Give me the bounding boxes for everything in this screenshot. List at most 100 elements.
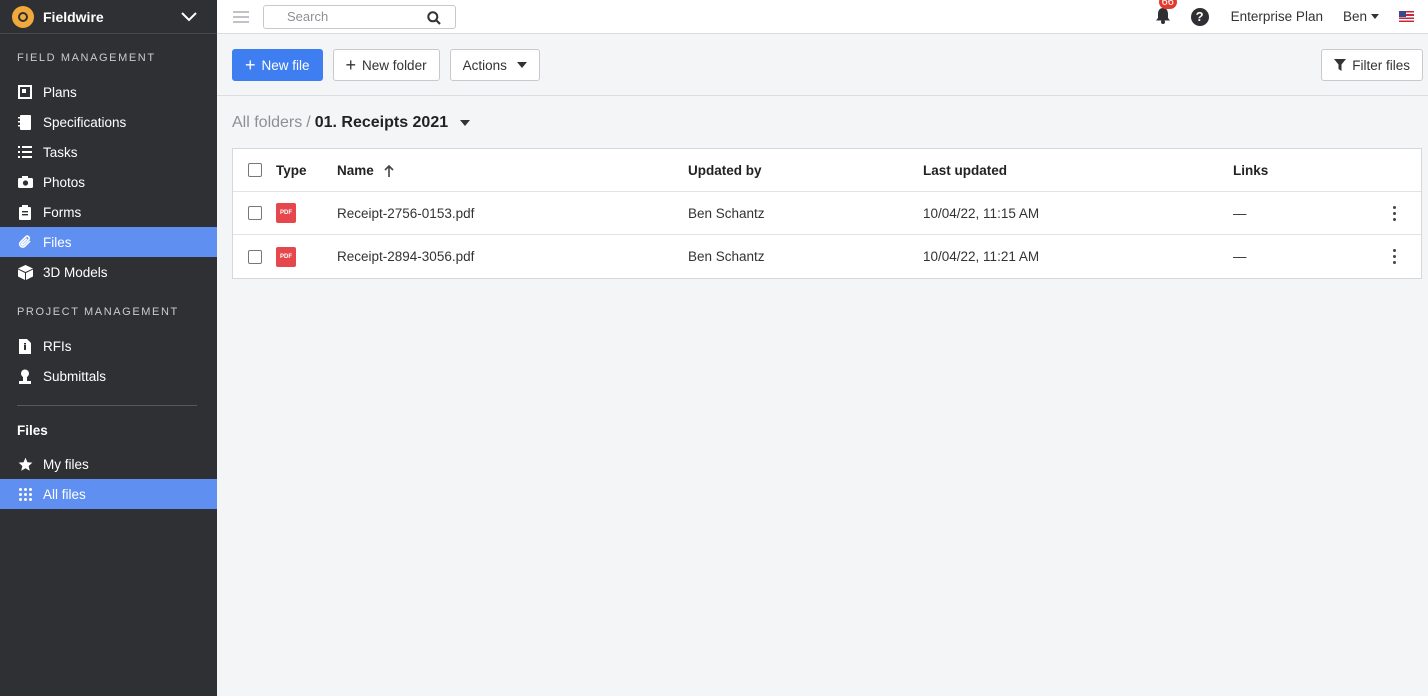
camera-icon bbox=[17, 174, 33, 190]
sidebar-item-rfis[interactable]: RFIs bbox=[0, 331, 217, 361]
sidebar-item-label: Forms bbox=[43, 204, 82, 220]
caret-down-icon bbox=[1371, 14, 1379, 19]
sidebar: Fieldwire FIELD MANAGEMENT Plans Specifi… bbox=[0, 0, 217, 696]
table-row[interactable]: PDF Receipt-2894-3056.pdf Ben Schantz 10… bbox=[233, 235, 1421, 278]
new-file-button[interactable]: + New file bbox=[232, 49, 323, 81]
file-toolbar: + New file + New folder Actions Filter f… bbox=[217, 35, 1428, 96]
filter-icon bbox=[1334, 59, 1347, 71]
search-placeholder: Search bbox=[287, 9, 329, 24]
cube-icon bbox=[17, 264, 33, 280]
user-menu[interactable]: Ben bbox=[1343, 9, 1379, 24]
column-header-last-updated: Last updated bbox=[923, 162, 1008, 178]
help-icon[interactable]: ? bbox=[1190, 7, 1209, 26]
sidebar-item-label: Photos bbox=[43, 174, 86, 190]
last-updated: 10/04/22, 11:21 AM bbox=[923, 249, 1040, 264]
sidebar-item-all-files[interactable]: All files bbox=[0, 479, 217, 509]
sidebar-item-submittals[interactable]: Submittals bbox=[0, 361, 217, 391]
links-value: — bbox=[1233, 205, 1247, 221]
updated-by: Ben Schantz bbox=[688, 249, 765, 264]
plus-icon: + bbox=[245, 55, 256, 75]
file-name[interactable]: Receipt-2756-0153.pdf bbox=[337, 206, 474, 221]
filter-files-label: Filter files bbox=[1352, 57, 1410, 73]
brand-name: Fieldwire bbox=[43, 8, 104, 25]
new-file-label: New file bbox=[261, 57, 310, 73]
updated-by: Ben Schantz bbox=[688, 205, 765, 221]
tasks-icon bbox=[17, 144, 33, 160]
column-header-type: Type bbox=[276, 162, 307, 178]
section-title-field-management: FIELD MANAGEMENT bbox=[17, 52, 156, 64]
grid-icon bbox=[17, 486, 33, 502]
sidebar-item-label: RFIs bbox=[43, 338, 72, 354]
sidebar-item-files[interactable]: Files bbox=[0, 227, 217, 257]
column-header-links: Links bbox=[1233, 162, 1269, 178]
sidebar-item-forms[interactable]: Forms bbox=[0, 197, 217, 227]
column-header-updated-by: Updated by bbox=[688, 162, 762, 178]
sidebar-item-my-files[interactable]: My files bbox=[0, 449, 217, 479]
folder-menu-caret-icon[interactable] bbox=[460, 120, 471, 126]
search-input[interactable]: Search bbox=[263, 4, 456, 29]
star-icon bbox=[17, 456, 33, 472]
sidebar-item-label: Submittals bbox=[43, 368, 107, 384]
pdf-file-icon: PDF bbox=[276, 203, 296, 223]
sidebar-item-label: Plans bbox=[43, 84, 77, 100]
fieldwire-logo-icon bbox=[12, 5, 34, 28]
notification-badge: 66 bbox=[1158, 0, 1177, 9]
sidebar-item-label: Specifications bbox=[43, 114, 127, 130]
rfi-icon bbox=[17, 338, 33, 354]
files-group-title: Files bbox=[17, 422, 48, 438]
links-value: — bbox=[1233, 249, 1247, 264]
notifications-button[interactable]: 66 bbox=[1155, 0, 1177, 27]
breadcrumb-separator: / bbox=[306, 114, 311, 131]
sidebar-item-label: My files bbox=[43, 456, 89, 472]
plans-icon bbox=[17, 84, 33, 100]
sidebar-item-plans[interactable]: Plans bbox=[0, 77, 217, 107]
more-options-icon[interactable] bbox=[1393, 249, 1396, 264]
filter-files-button[interactable]: Filter files bbox=[1321, 49, 1423, 81]
search-icon[interactable] bbox=[427, 10, 441, 25]
last-updated: 10/04/22, 11:15 AM bbox=[923, 205, 1040, 221]
sidebar-item-label: Tasks bbox=[43, 144, 78, 160]
breadcrumb-all-folders[interactable]: All folders bbox=[232, 114, 302, 132]
sidebar-item-3d-models[interactable]: 3D Models bbox=[0, 257, 217, 287]
user-name: Ben bbox=[1342, 9, 1367, 24]
pdf-file-icon: PDF bbox=[276, 246, 296, 267]
new-folder-button[interactable]: + New folder bbox=[332, 49, 440, 81]
column-header-name-label: Name bbox=[337, 162, 374, 178]
hamburger-menu-icon[interactable] bbox=[233, 10, 249, 23]
caret-down-icon bbox=[516, 62, 527, 68]
select-all-checkbox[interactable] bbox=[248, 163, 262, 177]
more-options-icon[interactable] bbox=[1393, 205, 1396, 221]
sort-ascending-icon bbox=[383, 164, 394, 177]
plan-label[interactable]: Enterprise Plan bbox=[1231, 9, 1323, 24]
top-bar: Search 66 ? Enterprise Plan Ben bbox=[217, 0, 1428, 34]
actions-dropdown[interactable]: Actions bbox=[449, 49, 540, 81]
chevron-down-icon bbox=[181, 11, 197, 21]
file-name[interactable]: Receipt-2894-3056.pdf bbox=[337, 249, 474, 264]
paperclip-icon bbox=[17, 234, 33, 250]
brand-switcher[interactable]: Fieldwire bbox=[0, 0, 217, 34]
column-header-name[interactable]: Name bbox=[337, 163, 394, 178]
table-row[interactable]: PDF Receipt-2756-0153.pdf Ben Schantz 10… bbox=[233, 192, 1421, 235]
files-table: Type Name Updated by Last updated Links … bbox=[232, 148, 1422, 279]
sidebar-item-specifications[interactable]: Specifications bbox=[0, 107, 217, 137]
breadcrumb: All folders / 01. Receipts 2021 bbox=[232, 114, 471, 132]
sidebar-item-label: 3D Models bbox=[43, 264, 108, 280]
new-folder-label: New folder bbox=[362, 57, 427, 73]
row-checkbox[interactable] bbox=[248, 249, 262, 264]
actions-label: Actions bbox=[462, 57, 507, 73]
breadcrumb-current-folder: 01. Receipts 2021 bbox=[314, 114, 449, 131]
sidebar-divider bbox=[17, 405, 197, 406]
submittals-icon bbox=[17, 368, 33, 384]
sidebar-item-label: Files bbox=[43, 234, 72, 250]
table-header-row: Type Name Updated by Last updated Links bbox=[233, 149, 1421, 192]
specifications-icon bbox=[17, 114, 33, 130]
row-checkbox[interactable] bbox=[248, 206, 262, 220]
plus-icon: + bbox=[345, 55, 357, 75]
us-flag-icon[interactable] bbox=[1399, 11, 1414, 22]
sidebar-item-tasks[interactable]: Tasks bbox=[0, 137, 217, 167]
section-title-project-management: PROJECT MANAGEMENT bbox=[17, 306, 179, 318]
clipboard-icon bbox=[17, 204, 33, 220]
sidebar-item-label: All files bbox=[43, 486, 86, 502]
bell-icon bbox=[1155, 7, 1170, 24]
sidebar-item-photos[interactable]: Photos bbox=[0, 167, 217, 197]
